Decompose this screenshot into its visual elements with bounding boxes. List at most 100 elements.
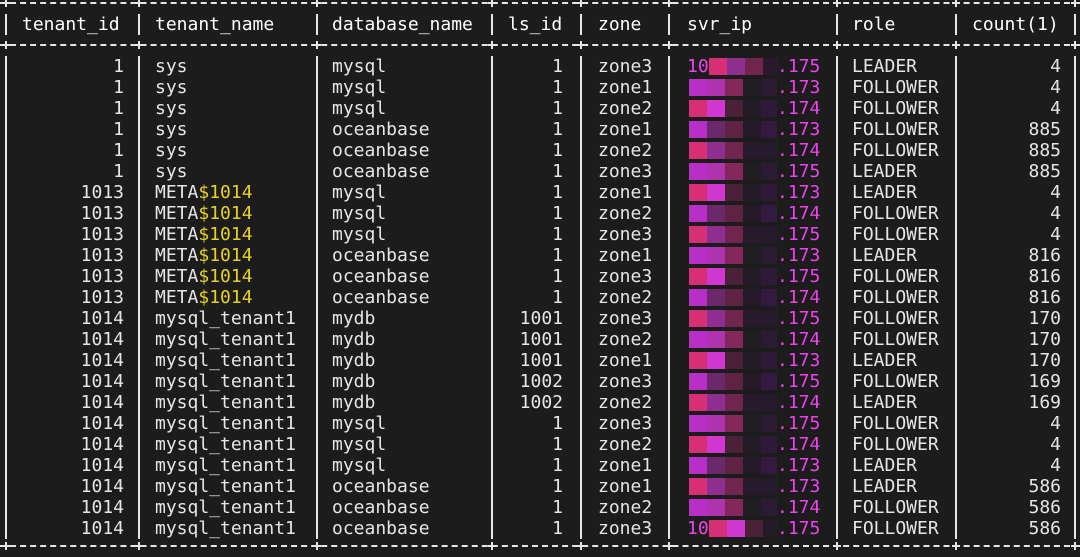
redaction-pixel — [743, 247, 761, 264]
redaction-pixel — [689, 436, 707, 453]
table-header-row: tenant_id tenant_name database_name ls_id zo… — [0, 14, 1080, 35]
redaction-pixel — [707, 100, 725, 117]
header-separator-plus-v — [955, 41, 957, 49]
role-cell: FOLLOWER — [852, 371, 939, 392]
top-border — [0, 2, 1080, 4]
tenant-id-cell: 1 — [113, 161, 124, 182]
zone-cell: zone3 — [598, 56, 653, 77]
tenant-id-cell: 1014 — [80, 455, 124, 476]
redaction-pixel — [761, 79, 777, 96]
database-name-cell: oceanbase — [332, 140, 430, 161]
tenant-name-cell: META$1014 — [155, 203, 253, 224]
redaction-pixel — [743, 268, 761, 285]
database-name-cell: oceanbase — [332, 497, 430, 518]
column-separator — [5, 392, 7, 413]
svr-ip-suffix: .174 — [777, 140, 821, 161]
database-name-cell: oceanbase — [332, 119, 430, 140]
column-separator — [836, 287, 838, 308]
table-row: 1014 mysql_tenant1 mydb 1001 zone1 .173 LEADER… — [0, 350, 1080, 371]
redacted-ip-block — [689, 478, 777, 495]
tenant-name: mysql_tenant1 — [155, 413, 296, 434]
column-separator — [5, 98, 7, 119]
redaction-pixel — [707, 457, 725, 474]
redacted-ip-block — [689, 373, 777, 390]
column-separator — [668, 182, 670, 203]
table-row: 1013 META$1014 mysql 1 zone1 .173 LEADER 4 — [0, 182, 1080, 203]
column-separator — [1074, 476, 1076, 497]
svr-ip-suffix: .175 — [777, 518, 821, 539]
tenant-name-cell: sys — [155, 98, 188, 119]
column-separator — [580, 119, 582, 140]
tenant-name: mysql_tenant1 — [155, 497, 296, 518]
column-separator — [5, 224, 7, 245]
redaction-pixel — [725, 226, 743, 243]
redacted-ip-block — [689, 184, 777, 201]
column-separator — [580, 287, 582, 308]
redaction-pixel — [761, 247, 777, 264]
column-separator — [5, 266, 7, 287]
tenant-name-cell: sys — [155, 161, 188, 182]
role-cell: FOLLOWER — [852, 434, 939, 455]
tenant-id-cell: 1014 — [80, 350, 124, 371]
column-separator — [580, 476, 582, 497]
redaction-pixel — [761, 352, 777, 369]
column-separator — [5, 182, 7, 203]
count-cell: 816 — [1028, 245, 1061, 266]
column-header: database_name — [332, 14, 473, 35]
redaction-pixel — [743, 226, 761, 243]
count-cell: 4 — [1050, 224, 1061, 245]
tenant-id-cell: 1013 — [80, 245, 124, 266]
column-separator — [138, 119, 140, 140]
column-separator — [316, 308, 318, 329]
role-cell: FOLLOWER — [852, 287, 939, 308]
redaction-pixel — [727, 58, 745, 75]
redaction-pixel — [725, 373, 743, 390]
redaction-pixel — [689, 100, 707, 117]
svr-ip-suffix: .175 — [777, 308, 821, 329]
database-name-cell: mydb — [332, 350, 376, 371]
redaction-pixel — [689, 394, 707, 411]
column-separator — [668, 245, 670, 266]
column-separator — [138, 413, 140, 434]
tenant-id-cell: 1013 — [80, 203, 124, 224]
redaction-pixel — [689, 310, 707, 327]
database-name-cell: oceanbase — [332, 518, 430, 539]
bottom-border-plus-v — [138, 542, 140, 550]
column-separator — [836, 371, 838, 392]
redaction-pixel — [743, 457, 761, 474]
redaction-pixel — [725, 499, 743, 516]
redaction-pixel — [725, 352, 743, 369]
bottom-border-plus-v — [491, 542, 493, 550]
zone-cell: zone3 — [598, 224, 653, 245]
column-separator — [955, 140, 957, 161]
tenant-name-cell: META$1014 — [155, 245, 253, 266]
redaction-pixel — [725, 478, 743, 495]
redacted-ip-block — [689, 289, 777, 306]
column-separator — [1074, 245, 1076, 266]
column-separator — [5, 455, 7, 476]
count-cell: 885 — [1028, 119, 1061, 140]
top-border-plus-v — [668, 0, 670, 7]
column-separator — [491, 203, 493, 224]
count-cell: 170 — [1028, 329, 1061, 350]
column-separator — [836, 203, 838, 224]
column-separator — [316, 392, 318, 413]
column-separator — [138, 182, 140, 203]
redaction-pixel — [709, 58, 727, 75]
svr-ip-suffix: .174 — [777, 98, 821, 119]
column-separator — [955, 56, 957, 77]
column-separator — [1074, 56, 1076, 77]
tenant-name-cell: mysql_tenant1 — [155, 518, 296, 539]
column-separator — [1074, 182, 1076, 203]
redaction-pixel — [707, 79, 725, 96]
tenant-id-cell: 1014 — [80, 371, 124, 392]
svr-ip-suffix: .174 — [777, 329, 821, 350]
column-separator — [668, 14, 670, 35]
column-separator — [668, 518, 670, 539]
column-separator — [1074, 266, 1076, 287]
column-separator — [138, 56, 140, 77]
column-separator — [668, 329, 670, 350]
column-separator — [955, 518, 957, 539]
table-row: 1 sys mysql 1 zone3 10 .175 LEADER 4 — [0, 56, 1080, 77]
zone-cell: zone3 — [598, 308, 653, 329]
